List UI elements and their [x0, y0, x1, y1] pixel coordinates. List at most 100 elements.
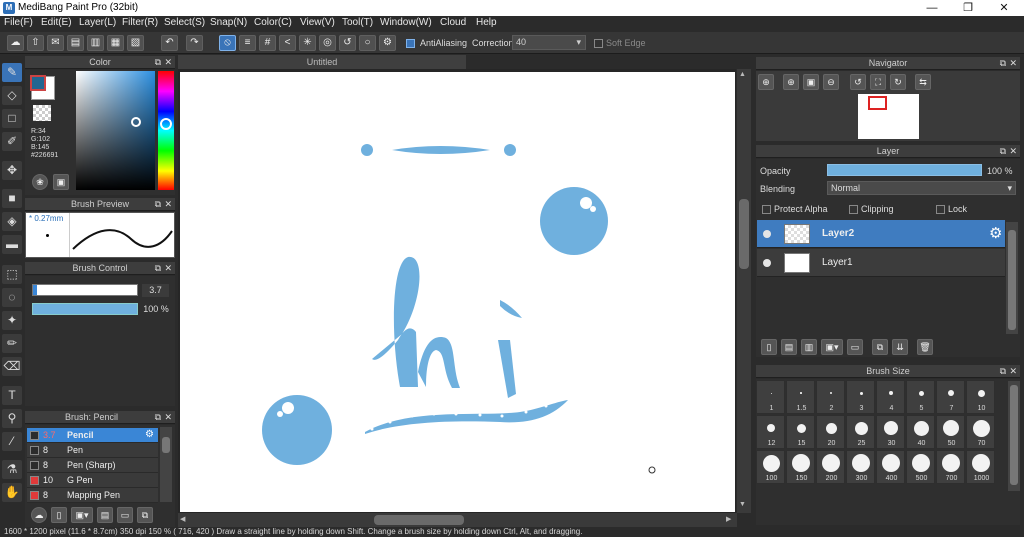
eyedropper-tool-icon[interactable]: ⚗: [2, 460, 22, 479]
visibility-icon[interactable]: [763, 259, 771, 267]
brush-size-cell[interactable]: 1: [756, 380, 785, 414]
hue-slider[interactable]: [158, 71, 174, 190]
undock-icon[interactable]: ⧉: [155, 411, 161, 424]
brush-size-cell[interactable]: 150: [786, 450, 815, 484]
undock-icon[interactable]: ⧉: [1000, 57, 1006, 70]
brush-size-cell[interactable]: 300: [846, 450, 875, 484]
text-tool-icon[interactable]: T: [2, 386, 22, 405]
brush-size-cell[interactable]: 30: [876, 415, 905, 449]
lasso-tool-icon[interactable]: ◌: [2, 288, 22, 307]
undock-icon[interactable]: ⧉: [1000, 365, 1006, 378]
document-icon[interactable]: ▥: [87, 35, 104, 51]
add-layer-menu-icon[interactable]: ▣▾: [821, 339, 843, 355]
menu-layer[interactable]: Layer(L): [79, 17, 116, 28]
brush-size-cell[interactable]: 15: [786, 415, 815, 449]
circle-snap-icon[interactable]: ○: [359, 35, 376, 51]
brush-size-cell[interactable]: 100: [756, 450, 785, 484]
undock-icon[interactable]: ⧉: [155, 198, 161, 211]
antialiasing-checkbox[interactable]: [406, 38, 415, 49]
foreground-color-swatch[interactable]: [30, 75, 46, 91]
minimize-button[interactable]: —: [914, 0, 950, 16]
menu-filter[interactable]: Filter(R): [122, 17, 158, 28]
add-brush-menu-icon[interactable]: ▣▾: [71, 507, 93, 523]
close-icon[interactable]: ✕: [1009, 365, 1017, 378]
brush-size-cell[interactable]: 1000: [966, 450, 995, 484]
close-icon[interactable]: ✕: [164, 56, 172, 69]
layer-opacity-slider[interactable]: [827, 164, 982, 176]
folder-icon[interactable]: ▭: [117, 507, 133, 523]
brush-size-cell[interactable]: 7: [936, 380, 965, 414]
divide-tool-icon[interactable]: ⁄: [2, 432, 22, 451]
brush-size-cell[interactable]: 4: [876, 380, 905, 414]
hand-tool-icon[interactable]: ✋: [2, 483, 22, 502]
visibility-icon[interactable]: [763, 230, 771, 238]
brush-size-cell[interactable]: 2: [816, 380, 845, 414]
canvas-vertical-scroll-thumb[interactable]: [739, 199, 749, 269]
brush-settings-gear-icon[interactable]: ⚙: [145, 429, 154, 440]
brush-size-cell[interactable]: 70: [966, 415, 995, 449]
move-tool-icon[interactable]: ✥: [2, 161, 22, 180]
magic-wand-tool-icon[interactable]: ✦: [2, 311, 22, 330]
new-1bit-layer-icon[interactable]: ▥: [801, 339, 817, 355]
brush-size-cell[interactable]: 10: [966, 380, 995, 414]
menu-color[interactable]: Color(C): [254, 17, 292, 28]
comment-icon[interactable]: ✉: [47, 35, 64, 51]
select-eraser-tool-icon[interactable]: ⌫: [2, 357, 22, 376]
canvas-horizontal-scroll-thumb[interactable]: [374, 515, 464, 525]
brush-opacity-value[interactable]: 100 %: [140, 303, 172, 316]
close-icon[interactable]: ✕: [164, 411, 172, 424]
menu-view[interactable]: View(V): [300, 17, 335, 28]
operation-tool-icon[interactable]: ⚲: [2, 409, 22, 428]
radial-snap-icon[interactable]: ✳: [299, 35, 316, 51]
canvas-horizontal-scrollbar[interactable]: ◀ ▶: [178, 513, 737, 527]
concentric-snap-icon[interactable]: ◎: [319, 35, 336, 51]
fit-window-icon[interactable]: ⛶: [870, 74, 886, 90]
brush-size-cell[interactable]: 5: [906, 380, 935, 414]
brush-size-cell[interactable]: 200: [816, 450, 845, 484]
fill-pen-tool-icon[interactable]: ✐: [2, 132, 22, 151]
blending-select[interactable]: Normal ▾: [827, 181, 1016, 195]
zoom-fit-icon[interactable]: ⊕: [758, 74, 774, 90]
zoom-actual-icon[interactable]: ▣: [803, 74, 819, 90]
lock-checkbox[interactable]: [936, 204, 945, 215]
canvas-tab[interactable]: Untitled: [178, 55, 466, 69]
upload-icon[interactable]: ⇧: [27, 35, 44, 51]
brush-size-value[interactable]: 3.7: [142, 284, 169, 297]
layer-folder-icon[interactable]: ▭: [847, 339, 863, 355]
brush-size-cell[interactable]: 500: [906, 450, 935, 484]
protect-alpha-checkbox[interactable]: [762, 204, 771, 215]
duplicate-icon[interactable]: ⧉: [137, 507, 153, 523]
brush-size-slider[interactable]: [32, 284, 138, 296]
undo-icon[interactable]: ↶: [161, 35, 178, 51]
perspective-snap-icon[interactable]: <: [279, 35, 296, 51]
brush-list-item[interactable]: 8 Pen (Sharp): [27, 458, 158, 473]
message-icon[interactable]: ▤: [67, 35, 84, 51]
menu-window[interactable]: Window(W): [380, 17, 432, 28]
brush-size-cell[interactable]: 3: [846, 380, 875, 414]
brush-size-cell[interactable]: 400: [876, 450, 905, 484]
brush-size-cell[interactable]: 1.5: [786, 380, 815, 414]
close-icon[interactable]: ✕: [1009, 57, 1017, 70]
clipping-checkbox[interactable]: [849, 204, 858, 215]
brush-list-scroll-thumb[interactable]: [162, 437, 170, 453]
menu-help[interactable]: Help: [476, 17, 497, 28]
brush-size-cell[interactable]: 700: [936, 450, 965, 484]
redo-icon[interactable]: ↷: [186, 35, 203, 51]
copy-brush-icon[interactable]: ▤: [97, 507, 113, 523]
menu-select[interactable]: Select(S): [164, 17, 205, 28]
brush-size-scrollbar[interactable]: [1008, 381, 1020, 491]
saturation-value-picker[interactable]: [76, 71, 155, 190]
transparent-color-swatch[interactable]: [33, 105, 51, 121]
brush-size-cell[interactable]: 12: [756, 415, 785, 449]
brush-tool-icon[interactable]: ✎: [2, 63, 22, 82]
brush-list-item[interactable]: 8 Mapping Pen: [27, 488, 158, 503]
brush-list-item[interactable]: 8 Pen: [27, 443, 158, 458]
sv-picker-handle[interactable]: [131, 117, 141, 127]
close-icon[interactable]: ✕: [164, 198, 172, 211]
scroll-down-icon[interactable]: ▼: [739, 501, 746, 508]
rect-select-tool-icon[interactable]: ⬚: [2, 265, 22, 284]
zoom-out-icon[interactable]: ⊖: [823, 74, 839, 90]
undock-icon[interactable]: ⧉: [1000, 145, 1006, 158]
hue-slider-handle[interactable]: [160, 118, 172, 130]
undock-icon[interactable]: ⧉: [155, 56, 161, 69]
